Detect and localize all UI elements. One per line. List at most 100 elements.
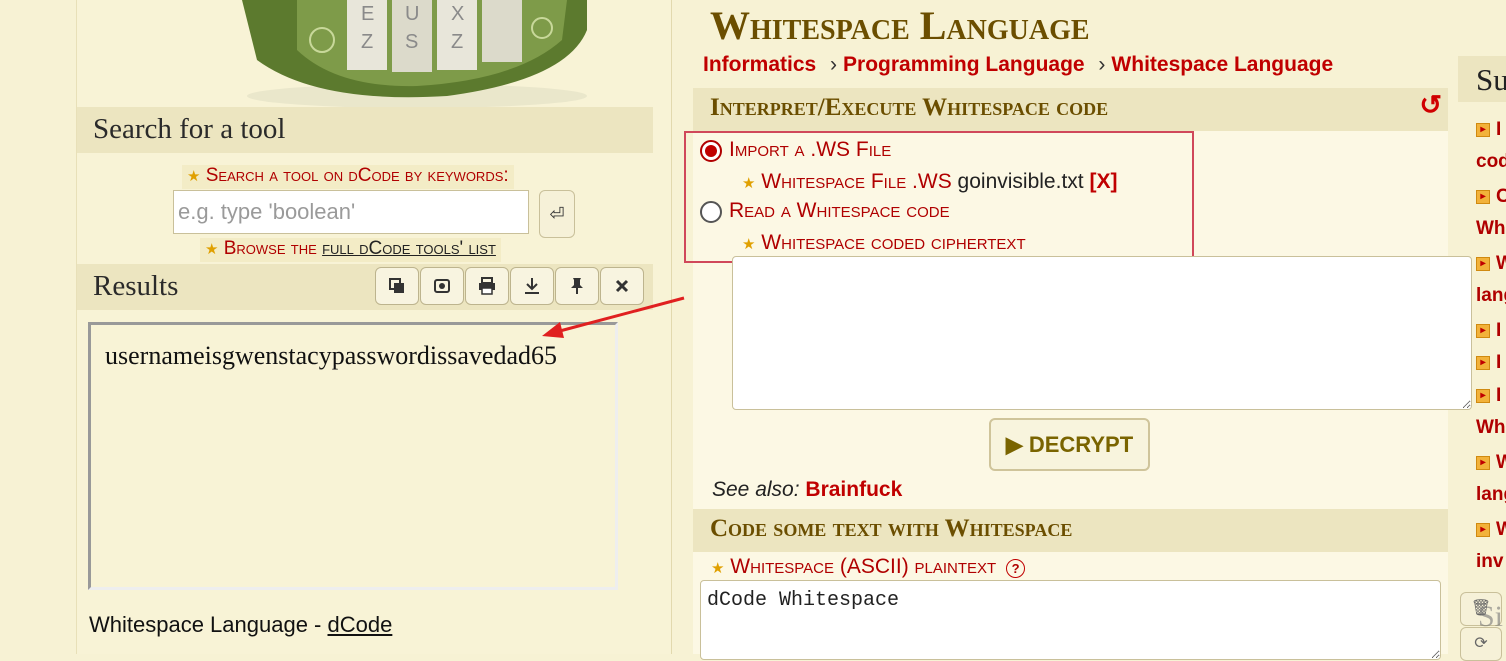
- summary-item-text: W: [1496, 452, 1506, 473]
- swap-icon: ⟳: [1474, 635, 1488, 652]
- svg-text:Z: Z: [361, 31, 373, 53]
- results-text: usernameisgwenstacypasswordissavedad65: [105, 341, 557, 370]
- arrow-bullet-icon: ▸: [1476, 189, 1490, 204]
- summary-heading: Su: [1458, 56, 1506, 102]
- search-heading-text: Search for a tool: [93, 113, 286, 145]
- summary-item-text: I: [1496, 352, 1502, 373]
- arrow-bullet-icon: ▸: [1476, 256, 1490, 271]
- summary-item-text: C: [1496, 186, 1506, 207]
- browse-prefix: Browse the: [223, 238, 323, 259]
- summary-item-cont[interactable]: lang: [1476, 285, 1506, 307]
- cipher-row: ★ Whitespace coded ciphertext: [742, 231, 1026, 255]
- breadcrumb-programming-language[interactable]: Programming Language: [843, 53, 1085, 76]
- svg-text:U: U: [405, 3, 419, 25]
- plaintext-input[interactable]: dCode Whitespace: [700, 580, 1441, 660]
- see-also: See also: Brainfuck: [712, 478, 902, 502]
- pin-icon: [571, 278, 583, 294]
- star-icon: ★: [742, 236, 756, 253]
- arrow-bullet-icon: ▸: [1476, 122, 1490, 137]
- summary-item-text: I: [1496, 385, 1502, 406]
- search-keywords-text: Search a tool on dCode by keywords:: [205, 165, 509, 186]
- read-code-radio[interactable]: [700, 201, 722, 223]
- print-button[interactable]: [465, 267, 509, 305]
- import-file-label[interactable]: Import a .WS File: [729, 138, 891, 162]
- summary-item[interactable]: ▸ W: [1476, 253, 1506, 275]
- breadcrumb-whitespace-language[interactable]: Whitespace Language: [1111, 53, 1333, 76]
- print-icon: [479, 277, 495, 295]
- code-section-heading: Code some text with Whitespace: [693, 509, 1448, 552]
- cipher-label: Whitespace coded ciphertext: [761, 231, 1026, 254]
- file-row: ★ Whitespace File .WS goinvisible.txt [X…: [742, 170, 1117, 194]
- file-name: goinvisible.txt: [957, 170, 1084, 193]
- similar-heading-fragment: Si: [1478, 600, 1504, 633]
- decrypt-button[interactable]: ▶ DECRYPT: [989, 418, 1150, 471]
- interpret-section-heading: Interpret/Execute Whitespace code ↺: [693, 88, 1448, 131]
- summary-item-text: I: [1496, 119, 1502, 140]
- download-icon: [525, 278, 539, 294]
- screenshot-button[interactable]: [420, 267, 464, 305]
- close-results-button[interactable]: [600, 267, 644, 305]
- results-panel-heading: Results: [77, 264, 653, 310]
- footer-prefix: Whitespace Language -: [89, 612, 328, 637]
- star-icon: ★: [205, 241, 219, 258]
- browse-tools-link[interactable]: full dCode tools' list: [322, 238, 496, 259]
- search-submit-button[interactable]: ⏎: [539, 190, 575, 238]
- breadcrumb: Informatics › Programming Language › White…: [703, 53, 1333, 77]
- arrow-bullet-icon: ▸: [1476, 455, 1490, 470]
- ciphertext-input[interactable]: [732, 256, 1472, 410]
- summary-item-text: W: [1496, 253, 1506, 274]
- see-also-brainfuck-link[interactable]: Brainfuck: [805, 478, 902, 501]
- summary-item[interactable]: ▸ C: [1476, 186, 1506, 208]
- results-toolbar: [375, 267, 644, 305]
- plaintext-row: ★ Whitespace (ASCII) plaintext ?: [711, 555, 1026, 579]
- summary-item-cont[interactable]: cod: [1476, 151, 1506, 173]
- svg-text:S: S: [405, 31, 418, 53]
- summary-item-cont[interactable]: Wh: [1476, 218, 1506, 240]
- close-icon: [615, 279, 629, 293]
- svg-text:Z: Z: [451, 31, 463, 53]
- breadcrumb-informatics[interactable]: Informatics: [703, 53, 816, 76]
- code-heading-text: Code some text with Whitespace: [710, 515, 1073, 542]
- read-code-label[interactable]: Read a Whitespace code: [729, 199, 950, 223]
- pin-button[interactable]: [555, 267, 599, 305]
- star-icon: ★: [711, 560, 725, 577]
- file-label: Whitespace File .WS: [761, 170, 952, 193]
- svg-text:X: X: [451, 3, 464, 25]
- summary-item-cont[interactable]: Wh: [1476, 417, 1506, 439]
- arrow-bullet-icon: ▸: [1476, 388, 1490, 403]
- footer-dcode-link[interactable]: dCode: [328, 612, 393, 637]
- summary-item[interactable]: ▸ I: [1476, 119, 1506, 141]
- summary-item-cont[interactable]: lang: [1476, 484, 1506, 506]
- search-input[interactable]: [173, 190, 529, 234]
- summary-item[interactable]: ▸ W: [1476, 519, 1506, 541]
- remove-file-button[interactable]: [X]: [1089, 170, 1117, 193]
- help-icon[interactable]: ?: [1006, 559, 1026, 578]
- search-panel-heading: Search for a tool: [77, 107, 653, 153]
- copy-button[interactable]: [375, 267, 419, 305]
- download-button[interactable]: [510, 267, 554, 305]
- arrow-bullet-icon: ▸: [1476, 522, 1490, 537]
- breadcrumb-separator: ›: [1098, 53, 1106, 76]
- reset-icon[interactable]: ↺: [1419, 90, 1442, 121]
- summary-item-cont[interactable]: inv: [1476, 551, 1506, 573]
- summary-item[interactable]: ▸ I: [1476, 385, 1506, 407]
- summary-item[interactable]: ▸ I: [1476, 320, 1506, 342]
- copy-icon: [389, 278, 404, 293]
- left-sidebar: E U X Z S Z Search for a tool ★ Search a…: [76, 0, 672, 654]
- summary-item-text: W: [1496, 519, 1506, 540]
- breadcrumb-separator: ›: [830, 53, 838, 76]
- see-also-label: See also:: [712, 478, 800, 501]
- screenshot-icon: [434, 279, 450, 293]
- summary-heading-text: Su: [1476, 62, 1506, 97]
- arrow-bullet-icon: ▸: [1476, 355, 1490, 370]
- star-icon: ★: [187, 168, 201, 185]
- summary-item[interactable]: ▸ W: [1476, 452, 1506, 474]
- plaintext-label: Whitespace (ASCII) plaintext: [730, 555, 997, 578]
- summary-item-text: I: [1496, 320, 1502, 341]
- results-output[interactable]: usernameisgwenstacypasswordissavedad65: [88, 322, 618, 590]
- summary-item[interactable]: ▸ I: [1476, 352, 1506, 374]
- results-heading-text: Results: [93, 270, 179, 302]
- search-keywords-label: ★ Search a tool on dCode by keywords:: [182, 165, 514, 189]
- browse-tools-label: ★ Browse the full dCode tools' list: [200, 238, 501, 262]
- import-file-radio[interactable]: [700, 140, 722, 162]
